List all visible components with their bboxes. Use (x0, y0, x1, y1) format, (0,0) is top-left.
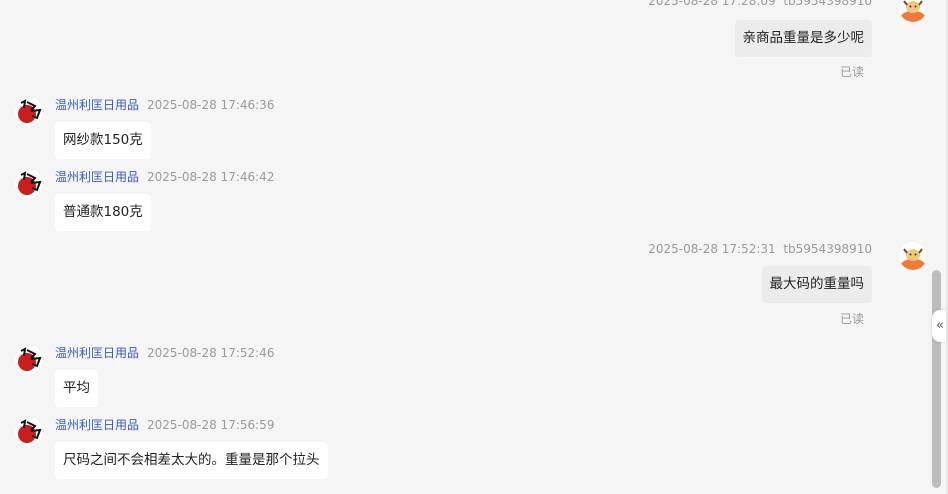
message-time: 2025-08-28 17:52:31 (648, 242, 776, 256)
read-status: 已读 (839, 65, 864, 79)
message-bubble[interactable]: 亲商品重量是多少呢 (734, 20, 872, 57)
shop-avatar[interactable] (15, 346, 43, 374)
sender-name: 温州利匡日用品 (55, 346, 140, 360)
scrollbar-thumb[interactable] (932, 270, 941, 488)
message-bubble[interactable]: 网纱款150克 (55, 122, 151, 159)
ox-avatar-icon (899, 242, 927, 270)
sender-name: 温州利匡日用品 (55, 170, 140, 184)
message-bubble[interactable]: 普通款180克 (55, 194, 151, 231)
message-time: 2025-08-28 17:46:42 (147, 170, 275, 184)
double-chevron-left-icon: « (936, 318, 944, 333)
shop-logo-avatar-icon (15, 170, 43, 198)
message-sender-id: tb5954398910 (783, 242, 872, 256)
vertical-scrollbar[interactable] (930, 0, 942, 494)
shop-avatar[interactable] (15, 418, 43, 446)
shop-logo-avatar-icon (15, 98, 43, 126)
chat-message-list[interactable]: 2025-08-28 17:28:09 tb5954398910 亲商品重量是多… (0, 0, 930, 494)
sender-name: 温州利匡日用品 (55, 418, 140, 432)
buyer-avatar[interactable] (899, 242, 927, 270)
message-bubble[interactable]: 尺码之间不会相差太大的。重量是那个拉头 (55, 442, 328, 479)
message-meta: 2025-08-28 17:28:09 tb5954398910 (648, 0, 872, 8)
message-time: 2025-08-28 17:28:09 (648, 0, 776, 8)
message-meta: 2025-08-28 17:52:31 tb5954398910 (648, 242, 872, 256)
shop-avatar[interactable] (15, 170, 43, 198)
message-bubble[interactable]: 平均 (55, 370, 98, 407)
shop-avatar[interactable] (15, 98, 43, 126)
shop-logo-avatar-icon (15, 418, 43, 446)
message-bubble[interactable]: 最大码的重量吗 (761, 266, 872, 303)
read-status: 已读 (839, 312, 864, 326)
message-sender-id: tb5954398910 (783, 0, 872, 8)
message-time: 2025-08-28 17:52:46 (147, 346, 275, 360)
shop-logo-avatar-icon (15, 346, 43, 374)
buyer-avatar[interactable] (899, 0, 927, 22)
sender-name: 温州利匡日用品 (55, 98, 140, 112)
message-time: 2025-08-28 17:56:59 (147, 418, 275, 432)
ox-avatar-icon (899, 0, 927, 22)
message-time: 2025-08-28 17:46:36 (147, 98, 275, 112)
